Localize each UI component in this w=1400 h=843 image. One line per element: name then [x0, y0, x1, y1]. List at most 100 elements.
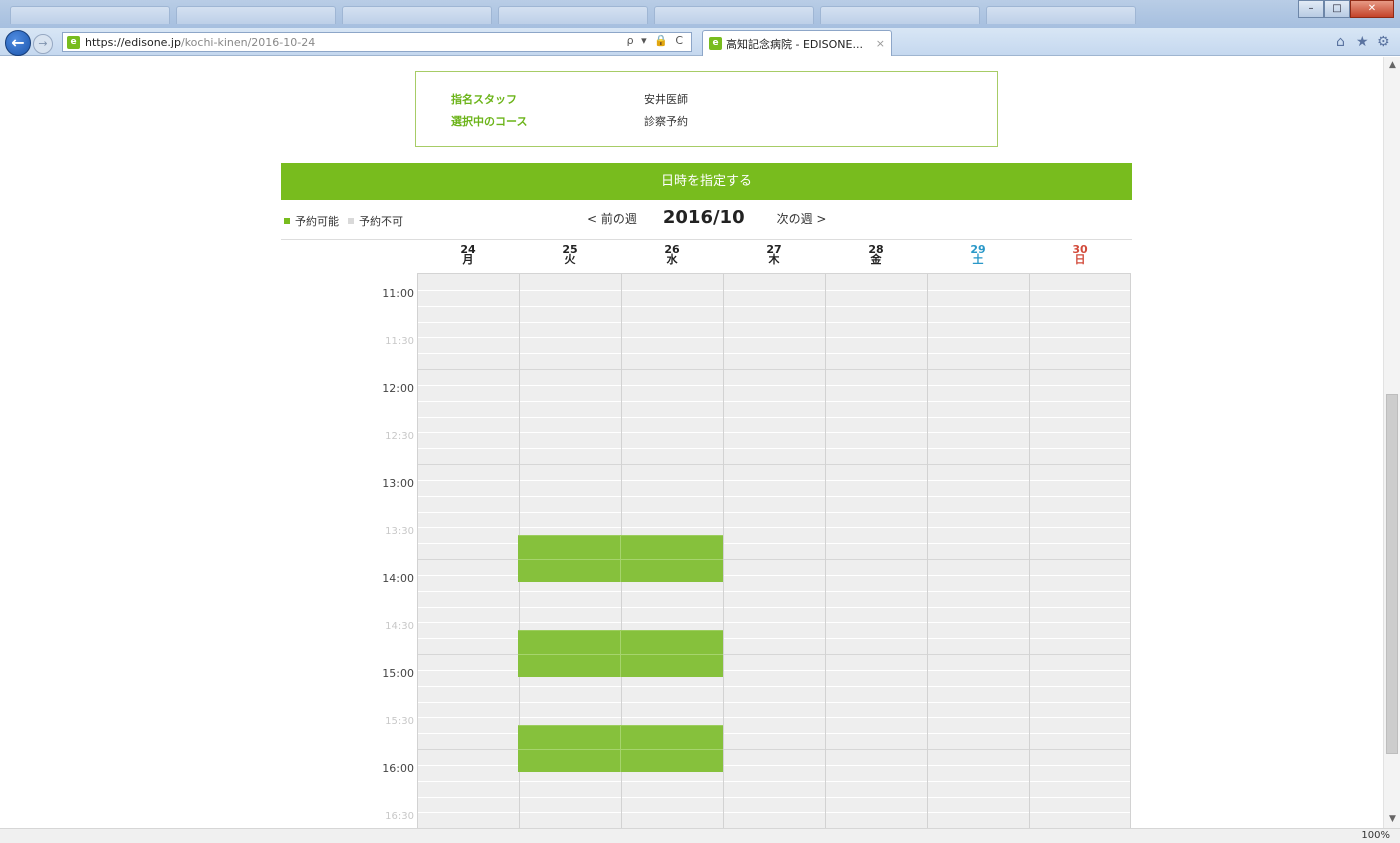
scroll-up-arrow-icon[interactable]: ▲ — [1384, 57, 1400, 74]
available-slot-1330[interactable] — [518, 535, 723, 582]
day-weekday: 金 — [870, 253, 882, 266]
next-week-link[interactable]: 次の週 > — [777, 210, 827, 227]
grid-row-line — [417, 322, 1131, 323]
grid-row-line — [417, 812, 1131, 813]
grid-row-line — [417, 353, 1131, 354]
home-icon[interactable]: ⌂ — [1336, 34, 1345, 50]
prev-week-link[interactable]: < 前の週 — [587, 210, 637, 227]
grid-row-line — [417, 496, 1131, 497]
background-tab[interactable] — [820, 6, 980, 24]
tab-close-icon[interactable]: × — [876, 37, 885, 50]
time-label-half: 12:30 — [385, 431, 414, 442]
day-header: 27 木 — [759, 244, 789, 266]
site-favicon-icon: e — [67, 35, 80, 49]
slot-column-divider — [620, 726, 621, 772]
staff-label: 指名スタッフ — [451, 93, 517, 106]
close-window-button[interactable]: ✕ — [1350, 0, 1394, 18]
grid-column-line — [1029, 274, 1030, 828]
grid-row-line — [417, 385, 1131, 386]
staff-value: 安井医師 — [644, 93, 688, 106]
unavailable-swatch — [348, 218, 354, 224]
available-slot-1430[interactable] — [518, 630, 723, 677]
time-label: 16:00 — [382, 762, 414, 775]
grid-row-line — [417, 448, 1131, 449]
grid-row-line — [417, 781, 1131, 782]
day-header: 28 金 — [861, 244, 891, 266]
browser-nav-bar: ← → e https://edisone.jp /kochi-kinen/20… — [0, 28, 1400, 56]
available-slot-1530[interactable] — [518, 725, 723, 772]
grid-row-line — [417, 527, 1131, 528]
grid-column-line — [825, 274, 826, 828]
time-label: 15:00 — [382, 667, 414, 680]
address-bar[interactable]: e https://edisone.jp /kochi-kinen/2016-1… — [62, 32, 692, 52]
favorites-star-icon[interactable]: ★ — [1356, 34, 1369, 50]
grid-row-line — [417, 480, 1131, 481]
day-weekday: 日 — [1074, 253, 1086, 266]
slot-column-divider — [620, 536, 621, 582]
grid-row-line — [417, 369, 1131, 370]
day-weekday: 土 — [972, 253, 984, 266]
grid-row-line — [417, 622, 1131, 623]
status-bar: 100% — [0, 828, 1400, 843]
scroll-down-arrow-icon[interactable]: ▼ — [1384, 811, 1400, 828]
time-label-half: 11:30 — [385, 336, 414, 347]
staff-row: 指名スタッフ 安井医師 — [451, 91, 688, 107]
time-label: 11:00 — [382, 287, 414, 300]
grid-row-line — [417, 702, 1131, 703]
day-header: 26 水 — [657, 244, 687, 266]
url-path: /kochi-kinen/2016-10-24 — [180, 35, 316, 49]
time-label: 13:00 — [382, 477, 414, 490]
maximize-button[interactable]: □ — [1324, 0, 1350, 18]
grid-column-line — [417, 274, 418, 828]
background-tab[interactable] — [10, 6, 170, 24]
time-label-half: 16:30 — [385, 811, 414, 822]
week-navigation: < 前の週 2016/10 次の週 > — [587, 207, 837, 228]
time-label: 12:00 — [382, 382, 414, 395]
grid-row-line — [417, 306, 1131, 307]
day-weekday: 木 — [768, 253, 780, 266]
grid-row-line — [417, 607, 1131, 608]
active-tab[interactable]: e 高知記念病院 - EDISONE... × — [702, 30, 892, 56]
grid-row-line — [417, 337, 1131, 338]
day-header-saturday: 29 土 — [963, 244, 993, 266]
vertical-scrollbar[interactable]: ▲ ▼ — [1383, 57, 1400, 828]
grid-row-line — [417, 432, 1131, 433]
unavailable-legend-label: 予約不可 — [359, 215, 403, 228]
back-button[interactable]: ← — [5, 30, 31, 56]
time-label: 14:00 — [382, 572, 414, 585]
course-row: 選択中のコース 診察予約 — [451, 113, 688, 129]
background-tab[interactable] — [342, 6, 492, 24]
current-month: 2016/10 — [662, 207, 745, 228]
background-tab[interactable] — [176, 6, 336, 24]
grid-column-line — [927, 274, 928, 828]
time-label-half: 13:30 — [385, 526, 414, 537]
time-label-half: 14:30 — [385, 621, 414, 632]
grid-row-line — [417, 512, 1131, 513]
day-header: 25 火 — [555, 244, 585, 265]
day-weekday: 水 — [666, 253, 678, 266]
background-tab[interactable] — [986, 6, 1136, 24]
background-tab[interactable] — [498, 6, 648, 24]
course-value: 診察予約 — [644, 115, 688, 128]
settings-gear-icon[interactable]: ⚙ — [1377, 34, 1390, 50]
available-swatch — [284, 218, 290, 224]
grid-column-line — [1130, 274, 1131, 828]
selection-info-box: 指名スタッフ 安井医師 選択中のコース 診察予約 — [415, 71, 998, 147]
scroll-thumb[interactable] — [1386, 394, 1398, 754]
grid-row-line — [417, 417, 1131, 418]
available-legend-label: 予約可能 — [295, 215, 339, 228]
minimize-button[interactable]: – — [1298, 0, 1324, 18]
address-tools[interactable]: ρ ▾ 🔒 C — [627, 34, 685, 47]
forward-button[interactable]: → — [33, 34, 53, 54]
grid-row-line — [417, 290, 1131, 291]
grid-row-line — [417, 591, 1131, 592]
background-tab[interactable] — [654, 6, 814, 24]
grid-row-line — [417, 797, 1131, 798]
grid-row-line — [417, 686, 1131, 687]
zoom-level[interactable]: 100% — [1361, 830, 1390, 841]
day-header-sunday: 30 日 — [1065, 244, 1095, 266]
grid-column-line — [723, 274, 724, 828]
tab-favicon-icon: e — [709, 37, 722, 50]
browser-tab-strip: – □ ✕ — [0, 0, 1400, 28]
day-weekday: 月 — [462, 253, 474, 266]
